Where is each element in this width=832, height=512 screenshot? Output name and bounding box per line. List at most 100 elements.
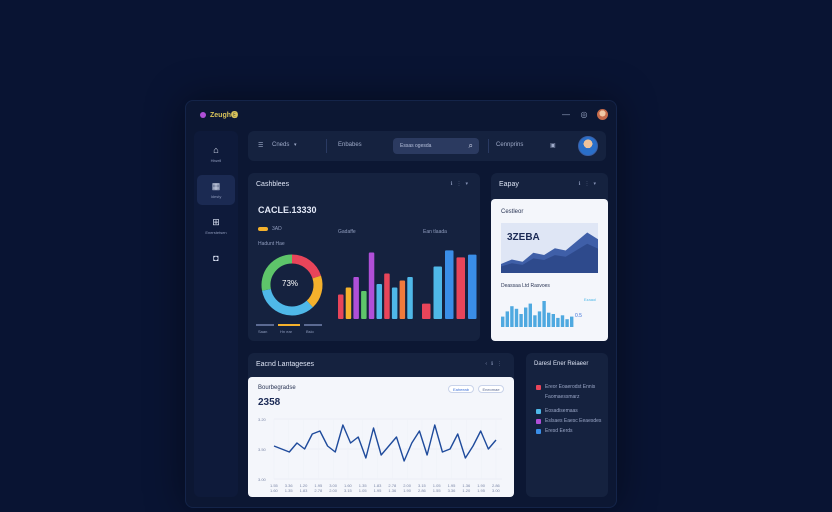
report-panel: Eapay ℹ⋮▾ Cestleor 3ZEBA Deassaa Ltd Ras… [491,173,608,341]
user-avatar[interactable] [597,109,608,120]
bar [368,252,375,319]
list-item-label: Eosadisemaas [545,408,578,414]
sidebar-item-label: Enerstetsen [205,229,227,235]
bar [456,257,465,319]
footer-bar [256,324,274,326]
timeline-kpi: 2358 [258,397,281,408]
x-tick-label: 3.00 [492,488,501,493]
footer-label: Bsio [306,329,314,334]
bar [345,287,352,319]
title-bar: Zeugh🅔 — ◎ [186,101,618,129]
y-tick-label: 3.50 [258,447,267,452]
filter-chip[interactable]: Eaheeab [448,385,474,393]
bar [353,277,359,319]
panel-controls-icon[interactable]: ‹ℹ⋮ [485,361,506,367]
list-item[interactable]: Ereor Eoaerodst Ennis [536,384,595,390]
compare-link[interactable]: Cennprins [496,142,523,148]
bar [361,291,367,319]
bar [445,250,454,319]
sidebar-item-grid[interactable]: ▦ Idesty [197,175,235,205]
list-item[interactable]: Eslsaes Eaesc Eeaesdes [536,418,601,424]
brand-logo-icon [200,112,206,118]
mini-bar [556,317,560,327]
home-icon: ⌂ [213,144,219,155]
mini-bar [551,314,555,327]
footer-bar [278,324,300,326]
mini-bar [514,308,519,327]
timeline-panel: Eacnd Lantageses ‹ℹ⋮ Bourbegradse 2358 E… [248,353,514,497]
mini-bar [565,319,569,327]
sidebar-item-widgets[interactable]: ⊞ Enerstetsen [197,211,235,241]
donut-center-value: 73% [282,279,299,288]
x-tick-label: 3.15 [344,488,353,493]
report-card: Cestleor 3ZEBA Deassaa Ltd Rasvoes Ezaao… [491,199,608,341]
app-window: Zeugh🅔 — ◎ ⌂ Hiwell ▦ Idesty ⊞ Enerstets… [185,100,617,508]
area-chart [501,223,598,273]
list-item[interactable]: Eosadisemaas [536,408,578,414]
mini-bar [533,315,537,327]
profile-avatar[interactable] [578,136,598,156]
mini-bar [570,316,574,327]
legend-swatch [258,227,268,231]
sidebar-item-notifications[interactable]: ◘ [197,243,235,273]
donut-slice [262,288,313,316]
dot-icon [536,418,541,424]
card-title: Bourbegradse [258,385,296,391]
filter-chip[interactable]: Eneomae [478,385,504,393]
x-tick-label: 2.00 [329,488,338,493]
x-tick-label: 1.60 [270,488,279,493]
footer-bar [304,324,322,326]
x-tick-label: 1.90 [403,488,412,493]
bar [338,294,344,319]
tab-main[interactable]: Enbabes [338,142,362,148]
brand-name: Zeugh🅔 [210,112,238,119]
panel-title: Daresl Ener Reiaeer [534,361,589,367]
x-tick-label: 1.05 [359,488,368,493]
bar [391,287,398,319]
x-tick-label: 1.36 [388,488,397,493]
search-input[interactable]: Essas ogesda ⌕ [393,138,479,154]
list-item-label: Ereor Eoaerodst Ennis [545,384,596,390]
sidebar-item-label: Idesty [210,193,222,199]
card-title: Cestleor [501,209,524,215]
sidebar-item-home[interactable]: ⌂ Hiwell [197,139,235,169]
bell-icon: ◘ [213,252,219,263]
brand: Zeugh🅔 [200,110,238,120]
x-tick-label: 1.83 [300,488,309,493]
search-placeholder: Essas ogesda [400,143,432,149]
x-tick-label: 2.86 [418,488,427,493]
x-tick-label: 1.55 [433,488,442,493]
bar [384,273,390,319]
chevron-down-icon[interactable]: ▾ [294,142,297,148]
mini-bar [505,311,509,327]
mini-bar [528,303,532,327]
x-tick-label: 3.36 [448,488,457,493]
mini-bar [510,306,514,327]
blank-icon [536,395,541,400]
divider [488,139,489,153]
list-item-label: Faomaessmarz [545,394,580,400]
donut-caption: Hadunt Hae [258,241,285,247]
bar-chart-primary [338,252,413,319]
y-tick-label: 3.00 [258,477,267,482]
donut-slice [306,275,323,308]
bars2-label: Ean tlaada [423,229,447,235]
menu-dropdown[interactable]: Cneds [272,142,289,148]
panel-controls-icon[interactable]: ℹ⋮▾ [579,181,600,187]
mini-bar [547,312,551,327]
panel-controls-icon[interactable]: ℹ⋮▾ [451,181,472,187]
list-item[interactable]: Faomaessmarz [536,394,579,400]
bar [422,303,431,319]
kpi-value: CACLE.13330 [258,205,317,215]
mini-bar [524,307,528,327]
series-chip[interactable]: Ezaaol [579,295,601,303]
sidebar-item-label: Hiwell [210,157,222,163]
settings-icon[interactable]: ◎ [579,110,589,120]
calendar-icon[interactable]: ▣ [550,142,556,149]
search-icon[interactable]: ⌕ [469,141,473,151]
minus-icon[interactable]: — [561,110,571,120]
list-item[interactable]: Eresd Eerds [536,428,573,434]
menu-icon[interactable]: ☰ [258,142,263,149]
footer-label: Saan [258,329,268,334]
list-item-label: Eresd Eerds [545,428,573,434]
